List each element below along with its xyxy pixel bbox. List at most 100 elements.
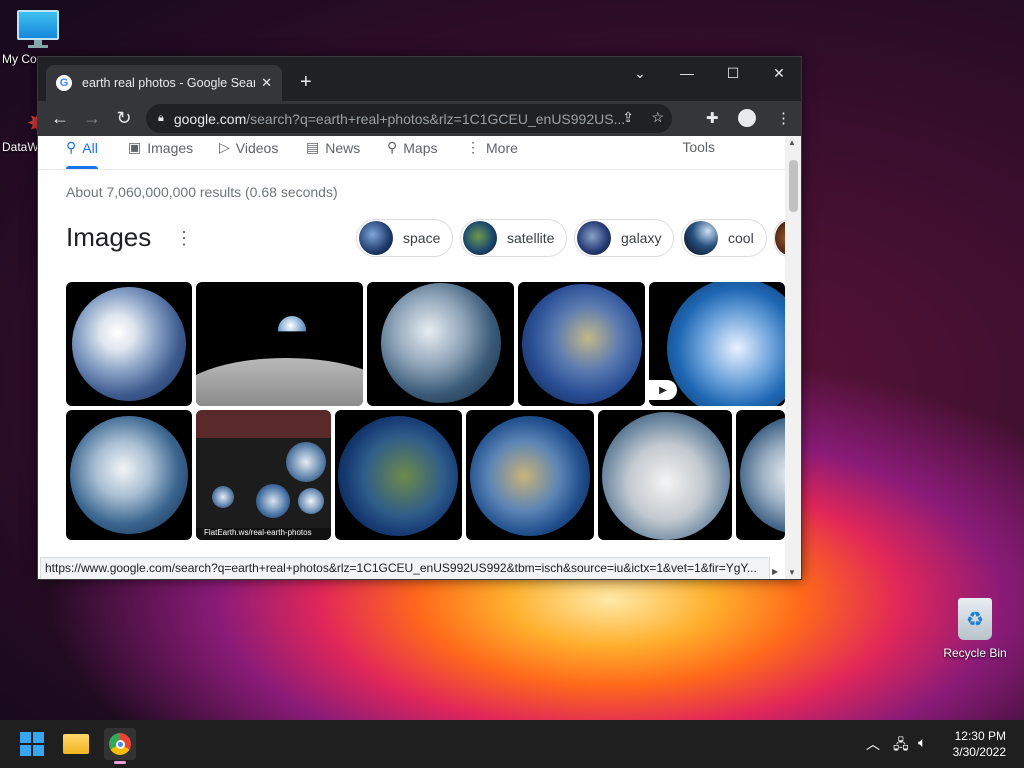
tab-search-chevron-icon[interactable]: ⌄ — [628, 65, 652, 82]
image-result-5[interactable]: ▶ — [649, 282, 785, 406]
close-tab-icon[interactable]: ✕ — [261, 75, 272, 91]
url-host: google.com — [173, 110, 247, 127]
extensions-icon[interactable]: ✚ — [706, 109, 719, 127]
earth-photo — [298, 488, 324, 514]
lock-icon: 🔒︎ — [158, 112, 164, 124]
chip-space[interactable]: space — [356, 219, 454, 257]
tab-videos[interactable]: ▷ Videos — [219, 139, 278, 156]
url-path: /search?q=earth+real+photos&rlz=1C1GCEU_… — [246, 110, 626, 127]
images-heading: Images — [66, 222, 152, 252]
browser-titlebar: G earth real photos - Google Search ✕ + … — [38, 57, 801, 101]
tab-label: Videos — [235, 139, 279, 156]
volume-icon[interactable]: 🔈︎ — [918, 734, 926, 751]
new-tab-button[interactable]: + — [300, 71, 312, 94]
page-scrollbar[interactable]: ▲ ▼ — [785, 136, 801, 579]
menu-kebab-icon[interactable]: ⋮ — [776, 109, 791, 127]
chip-label: space — [403, 230, 441, 246]
earthrise-photo — [278, 316, 306, 332]
start-button[interactable] — [16, 728, 48, 760]
page-content: ⚲ All ▣ Images ▷ Videos ▤ News ⚲ Maps ⋮ … — [38, 136, 801, 579]
earth-photo — [740, 416, 785, 534]
scroll-up-arrow-icon[interactable]: ▲ — [788, 138, 796, 147]
cool-thumbnail — [684, 221, 718, 255]
moon-surface — [196, 358, 363, 406]
browser-tab[interactable]: G earth real photos - Google Search ✕ — [46, 65, 282, 101]
tab-images[interactable]: ▣ Images — [128, 139, 193, 156]
clock-time: 12:30 PM — [954, 729, 1006, 743]
news-icon: ▤ — [306, 139, 320, 155]
scrollbar-thumb[interactable] — [789, 160, 798, 212]
image-icon: ▣ — [128, 139, 142, 155]
bookmark-star-icon[interactable]: ☆ — [651, 109, 664, 126]
recycle-bin-icon: ♻ — [958, 598, 992, 640]
chip-label: cool — [728, 230, 754, 246]
show-hidden-icons-chevron-icon[interactable]: ︿ — [866, 734, 880, 754]
image-result-1[interactable] — [66, 282, 192, 406]
windows-logo-icon — [20, 732, 44, 756]
infographic-header — [196, 410, 331, 438]
earth-photo — [72, 287, 186, 401]
earth-photo — [212, 486, 234, 508]
chip-galaxy[interactable]: galaxy — [574, 219, 675, 257]
file-explorer-button[interactable] — [60, 728, 92, 760]
image-result-4[interactable] — [518, 282, 645, 406]
play-video-icon[interactable]: ▶ — [649, 380, 677, 400]
chip-label: satellite — [507, 230, 555, 246]
address-bar[interactable]: 🔒︎ google.com /search?q=earth+real+photo… — [146, 104, 672, 133]
network-icon[interactable]: 🖧︎ — [893, 734, 909, 758]
google-favicon-icon: G — [56, 75, 72, 91]
satellite-thumbnail — [463, 221, 497, 255]
galaxy-thumbnail — [577, 221, 611, 255]
forward-button[interactable]: → — [76, 108, 108, 129]
maximize-button[interactable]: ☐ — [721, 65, 745, 82]
image-result-9[interactable] — [466, 410, 594, 540]
monitor-icon — [17, 10, 59, 48]
scroll-down-arrow-icon[interactable]: ▼ — [788, 568, 796, 577]
status-bar-url: https://www.google.com/search?q=earth+re… — [40, 557, 770, 579]
clock-date: 3/30/2022 — [952, 745, 1006, 759]
active-app-indicator — [114, 761, 126, 764]
result-stats: About 7,060,000,000 results (0.68 second… — [66, 184, 338, 200]
image-result-11[interactable] — [736, 410, 785, 540]
pin-icon: ⚲ — [387, 139, 398, 155]
image-result-7-infographic[interactable]: FlatEarth.ws/real-earth-photos — [196, 410, 331, 540]
play-icon: ▷ — [219, 139, 230, 155]
tab-label: News — [325, 139, 361, 156]
share-icon[interactable]: ⇪ — [622, 109, 634, 126]
close-window-button[interactable]: ✕ — [767, 65, 791, 82]
desktop-icon-label: Recycle Bin — [943, 646, 1007, 660]
tab-all[interactable]: ⚲ All — [66, 139, 98, 169]
status-scroll-right-icon[interactable]: ▶ — [772, 567, 778, 576]
tab-label: More — [486, 139, 518, 156]
tab-title: earth real photos - Google Search — [82, 76, 256, 90]
earth-photo — [286, 442, 326, 482]
tab-more[interactable]: ⋮ More — [466, 139, 518, 156]
back-button[interactable]: ← — [44, 108, 76, 129]
earth-photo — [70, 416, 188, 534]
system-clock[interactable]: 12:30 PM 3/30/2022 — [953, 728, 1006, 760]
profile-icon[interactable] — [738, 109, 756, 127]
chip-cool[interactable]: cool — [681, 219, 767, 257]
tab-news[interactable]: ▤ News — [306, 139, 360, 156]
earth-photo — [667, 282, 785, 406]
tab-label: Maps — [403, 139, 438, 156]
earth-photo — [522, 284, 642, 404]
images-options-icon[interactable]: ⋮ — [175, 228, 193, 249]
image-result-6[interactable] — [66, 410, 192, 540]
tab-maps[interactable]: ⚲ Maps — [387, 139, 438, 156]
chip-satellite[interactable]: satellite — [460, 219, 568, 257]
minimize-button[interactable]: — — [675, 65, 699, 81]
image-result-2[interactable] — [196, 282, 363, 406]
image-result-10[interactable] — [598, 410, 732, 540]
reload-button[interactable]: ↻ — [108, 108, 140, 129]
space-thumbnail — [359, 221, 393, 255]
image-result-3[interactable] — [367, 282, 514, 406]
chrome-taskbar-button[interactable] — [104, 728, 136, 764]
image-result-8[interactable] — [335, 410, 462, 540]
more-vert-icon: ⋮ — [466, 139, 480, 155]
taskbar: ︿ 🖧︎ 🔈︎ 12:30 PM 3/30/2022 — [0, 720, 1024, 768]
earth-photo — [470, 416, 590, 536]
chrome-icon — [109, 733, 131, 755]
desktop-icon-recycle-bin[interactable]: ♻ Recycle Bin — [937, 598, 1013, 660]
tools-button[interactable]: Tools — [682, 139, 715, 155]
